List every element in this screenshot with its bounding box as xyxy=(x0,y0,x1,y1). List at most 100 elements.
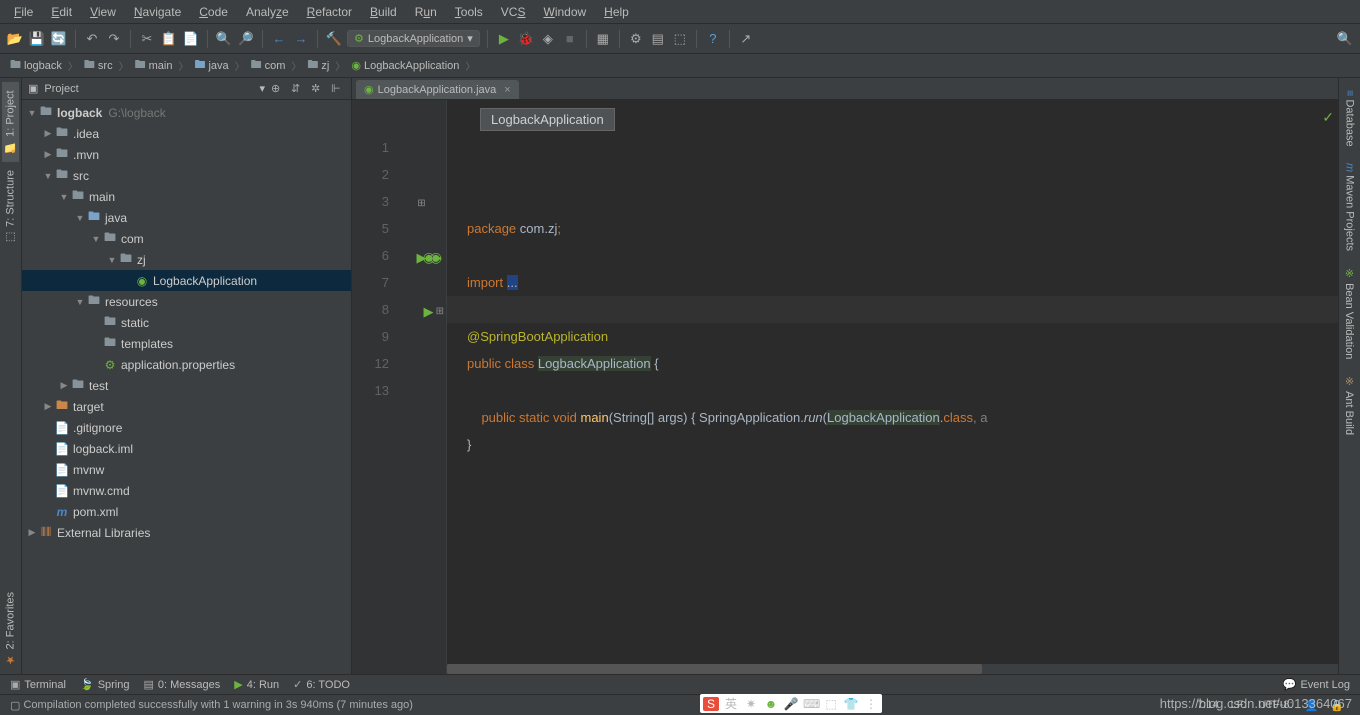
tree-node[interactable]: ◉LogbackApplication xyxy=(22,270,351,291)
menu-help[interactable]: Help xyxy=(596,3,637,21)
search-everywhere-icon[interactable]: 🔍 xyxy=(1336,30,1354,48)
tab-project[interactable]: 📁1: Project xyxy=(2,82,19,162)
ime-toolbar[interactable]: S英✷☻🎤⌨⬚👕⋮ xyxy=(700,694,882,713)
coverage-icon[interactable]: ◈ xyxy=(539,30,557,48)
status-icon[interactable]: ▢ xyxy=(10,699,20,712)
menu-window[interactable]: Window xyxy=(535,3,594,21)
inspection-ok-icon[interactable]: ✓ xyxy=(1322,104,1334,131)
copy-icon[interactable]: 📋 xyxy=(160,30,178,48)
bottom-tab[interactable]: ▤0: Messages xyxy=(143,678,220,691)
structure-icon[interactable]: ▤ xyxy=(649,30,667,48)
redo-icon[interactable]: ↷ xyxy=(105,30,123,48)
debug-icon[interactable]: 🐞 xyxy=(517,30,535,48)
tab-favorites[interactable]: ★2: Favorites xyxy=(2,584,19,674)
tab-bean-validation[interactable]: ※ Bean Validation xyxy=(1341,259,1358,367)
tree-node[interactable]: 🖿templates xyxy=(22,333,351,354)
tree-node[interactable]: ▼🖿main xyxy=(22,186,351,207)
settings-icon[interactable]: ⚙ xyxy=(627,30,645,48)
layout-icon[interactable]: ▦ xyxy=(594,30,612,48)
folder-icon: 🖿 xyxy=(10,56,21,75)
tree-node[interactable]: ▶🖿.mvn xyxy=(22,144,351,165)
fold-icon[interactable]: ⊞ xyxy=(417,198,425,209)
breadcrumb-item[interactable]: 🖿logback xyxy=(6,54,66,77)
tree-node[interactable]: mpom.xml xyxy=(22,501,351,522)
breadcrumb-item[interactable]: 🖿main xyxy=(131,54,177,77)
breadcrumb-item[interactable]: 🖿com xyxy=(247,54,290,77)
run-icon[interactable]: ▶ xyxy=(495,30,513,48)
tree-node[interactable]: 🖿static xyxy=(22,312,351,333)
tree-node[interactable]: 📄mvnw.cmd xyxy=(22,480,351,501)
menu-code[interactable]: Code xyxy=(191,3,236,21)
menu-view[interactable]: View xyxy=(82,3,124,21)
menu-build[interactable]: Build xyxy=(362,3,405,21)
tree-node[interactable]: 📄logback.iml xyxy=(22,438,351,459)
tree-node[interactable]: ⚙application.properties xyxy=(22,354,351,375)
tab-ant-build[interactable]: ※ Ant Build xyxy=(1341,367,1358,443)
tree-node[interactable]: ▶⦀⦀External Libraries xyxy=(22,522,351,543)
breadcrumb-item[interactable]: 🖿java xyxy=(190,54,232,77)
cut-icon[interactable]: ✂ xyxy=(138,30,156,48)
tab-logback-application[interactable]: ◉ LogbackApplication.java × xyxy=(356,80,519,99)
tree-node[interactable]: ▶🖿test xyxy=(22,375,351,396)
tree-node[interactable]: ▼🖿resources xyxy=(22,291,351,312)
tab-database[interactable]: ≡ Database xyxy=(1342,82,1358,155)
menu-edit[interactable]: Edit xyxy=(43,3,80,21)
horizontal-scrollbar[interactable] xyxy=(447,664,1338,674)
menu-analyze[interactable]: Analyze xyxy=(238,3,297,21)
back-icon[interactable]: ← xyxy=(270,30,288,48)
breadcrumb-item[interactable]: 🖿src xyxy=(80,54,117,77)
stop-icon[interactable]: ■ xyxy=(561,30,579,48)
tree-node[interactable]: 📄.gitignore xyxy=(22,417,351,438)
project-title[interactable]: Project xyxy=(44,83,253,95)
tree-node[interactable]: ▼🖿zj xyxy=(22,249,351,270)
menu-refactor[interactable]: Refactor xyxy=(299,3,360,21)
breadcrumb-item[interactable]: 🖿zj xyxy=(303,54,333,77)
bottom-tool-tabs: ▣Terminal 🍃Spring ▤0: Messages ▶4: Run ✓6: T… xyxy=(0,674,1360,694)
menu-tools[interactable]: Tools xyxy=(447,3,491,21)
tips-icon[interactable]: ↗ xyxy=(737,30,755,48)
tree-node[interactable]: ▼🖿com xyxy=(22,228,351,249)
open-icon[interactable]: 📂 xyxy=(6,30,24,48)
build-icon[interactable]: 🔨 xyxy=(325,30,343,48)
sdk-icon[interactable]: ⬚ xyxy=(671,30,689,48)
collapse-icon[interactable]: ⇵ xyxy=(291,82,305,96)
bottom-tab[interactable]: ▶4: Run xyxy=(234,678,279,691)
fold-icon[interactable]: ⊞ xyxy=(436,298,444,325)
event-log-button[interactable]: 💬Event Log xyxy=(1283,678,1350,691)
bottom-tab[interactable]: 🍃Spring xyxy=(80,678,130,691)
folder-icon: 🖿 xyxy=(307,56,318,75)
run-gutter-icon[interactable]: ▶ xyxy=(424,304,434,319)
spring-bean-icon[interactable]: ◉▸ xyxy=(423,244,442,271)
locate-icon[interactable]: ⊕ xyxy=(271,82,285,96)
close-icon[interactable]: × xyxy=(504,84,510,96)
tree-node[interactable]: ▼🖿logbackG:\logback xyxy=(22,102,351,123)
navigation-breadcrumb: 🖿logback〉🖿src〉🖿main〉🖿java〉🖿com〉🖿zj〉◉Logb… xyxy=(0,54,1360,78)
bottom-tab[interactable]: ✓6: TODO xyxy=(293,678,350,691)
forward-icon[interactable]: → xyxy=(292,30,310,48)
menu-run[interactable]: Run xyxy=(407,3,445,21)
sync-icon[interactable]: 🔄 xyxy=(50,30,68,48)
tree-node[interactable]: ▶🖿target xyxy=(22,396,351,417)
menu-navigate[interactable]: Navigate xyxy=(126,3,189,21)
menu-file[interactable]: File xyxy=(6,3,41,21)
bottom-tab[interactable]: ▣Terminal xyxy=(10,678,66,691)
run-config-selector[interactable]: ⚙ LogbackApplication ▾ xyxy=(347,30,480,47)
code-area[interactable]: ✓ package com.zj; import ... @SpringBoot… xyxy=(447,100,1338,674)
undo-icon[interactable]: ↶ xyxy=(83,30,101,48)
hide-icon[interactable]: ⊩ xyxy=(331,82,345,96)
tree-node[interactable]: ▶🖿.idea xyxy=(22,123,351,144)
save-icon[interactable]: 💾 xyxy=(28,30,46,48)
menu-vcs[interactable]: VCS xyxy=(493,3,534,21)
tree-node[interactable]: ▼🖿src xyxy=(22,165,351,186)
paste-icon[interactable]: 📄 xyxy=(182,30,200,48)
tab-maven[interactable]: m Maven Projects xyxy=(1342,155,1358,259)
replace-icon[interactable]: 🔎 xyxy=(237,30,255,48)
tab-structure[interactable]: ⬚7: Structure xyxy=(2,162,19,252)
tree-node[interactable]: ▼🖿java xyxy=(22,207,351,228)
find-icon[interactable]: 🔍 xyxy=(215,30,233,48)
chevron-down-icon[interactable]: ▾ xyxy=(259,82,265,95)
settings-icon[interactable]: ✲ xyxy=(311,82,325,96)
tree-node[interactable]: 📄mvnw xyxy=(22,459,351,480)
help-icon[interactable]: ? xyxy=(704,30,722,48)
breadcrumb-item[interactable]: ◉LogbackApplication xyxy=(347,57,463,74)
